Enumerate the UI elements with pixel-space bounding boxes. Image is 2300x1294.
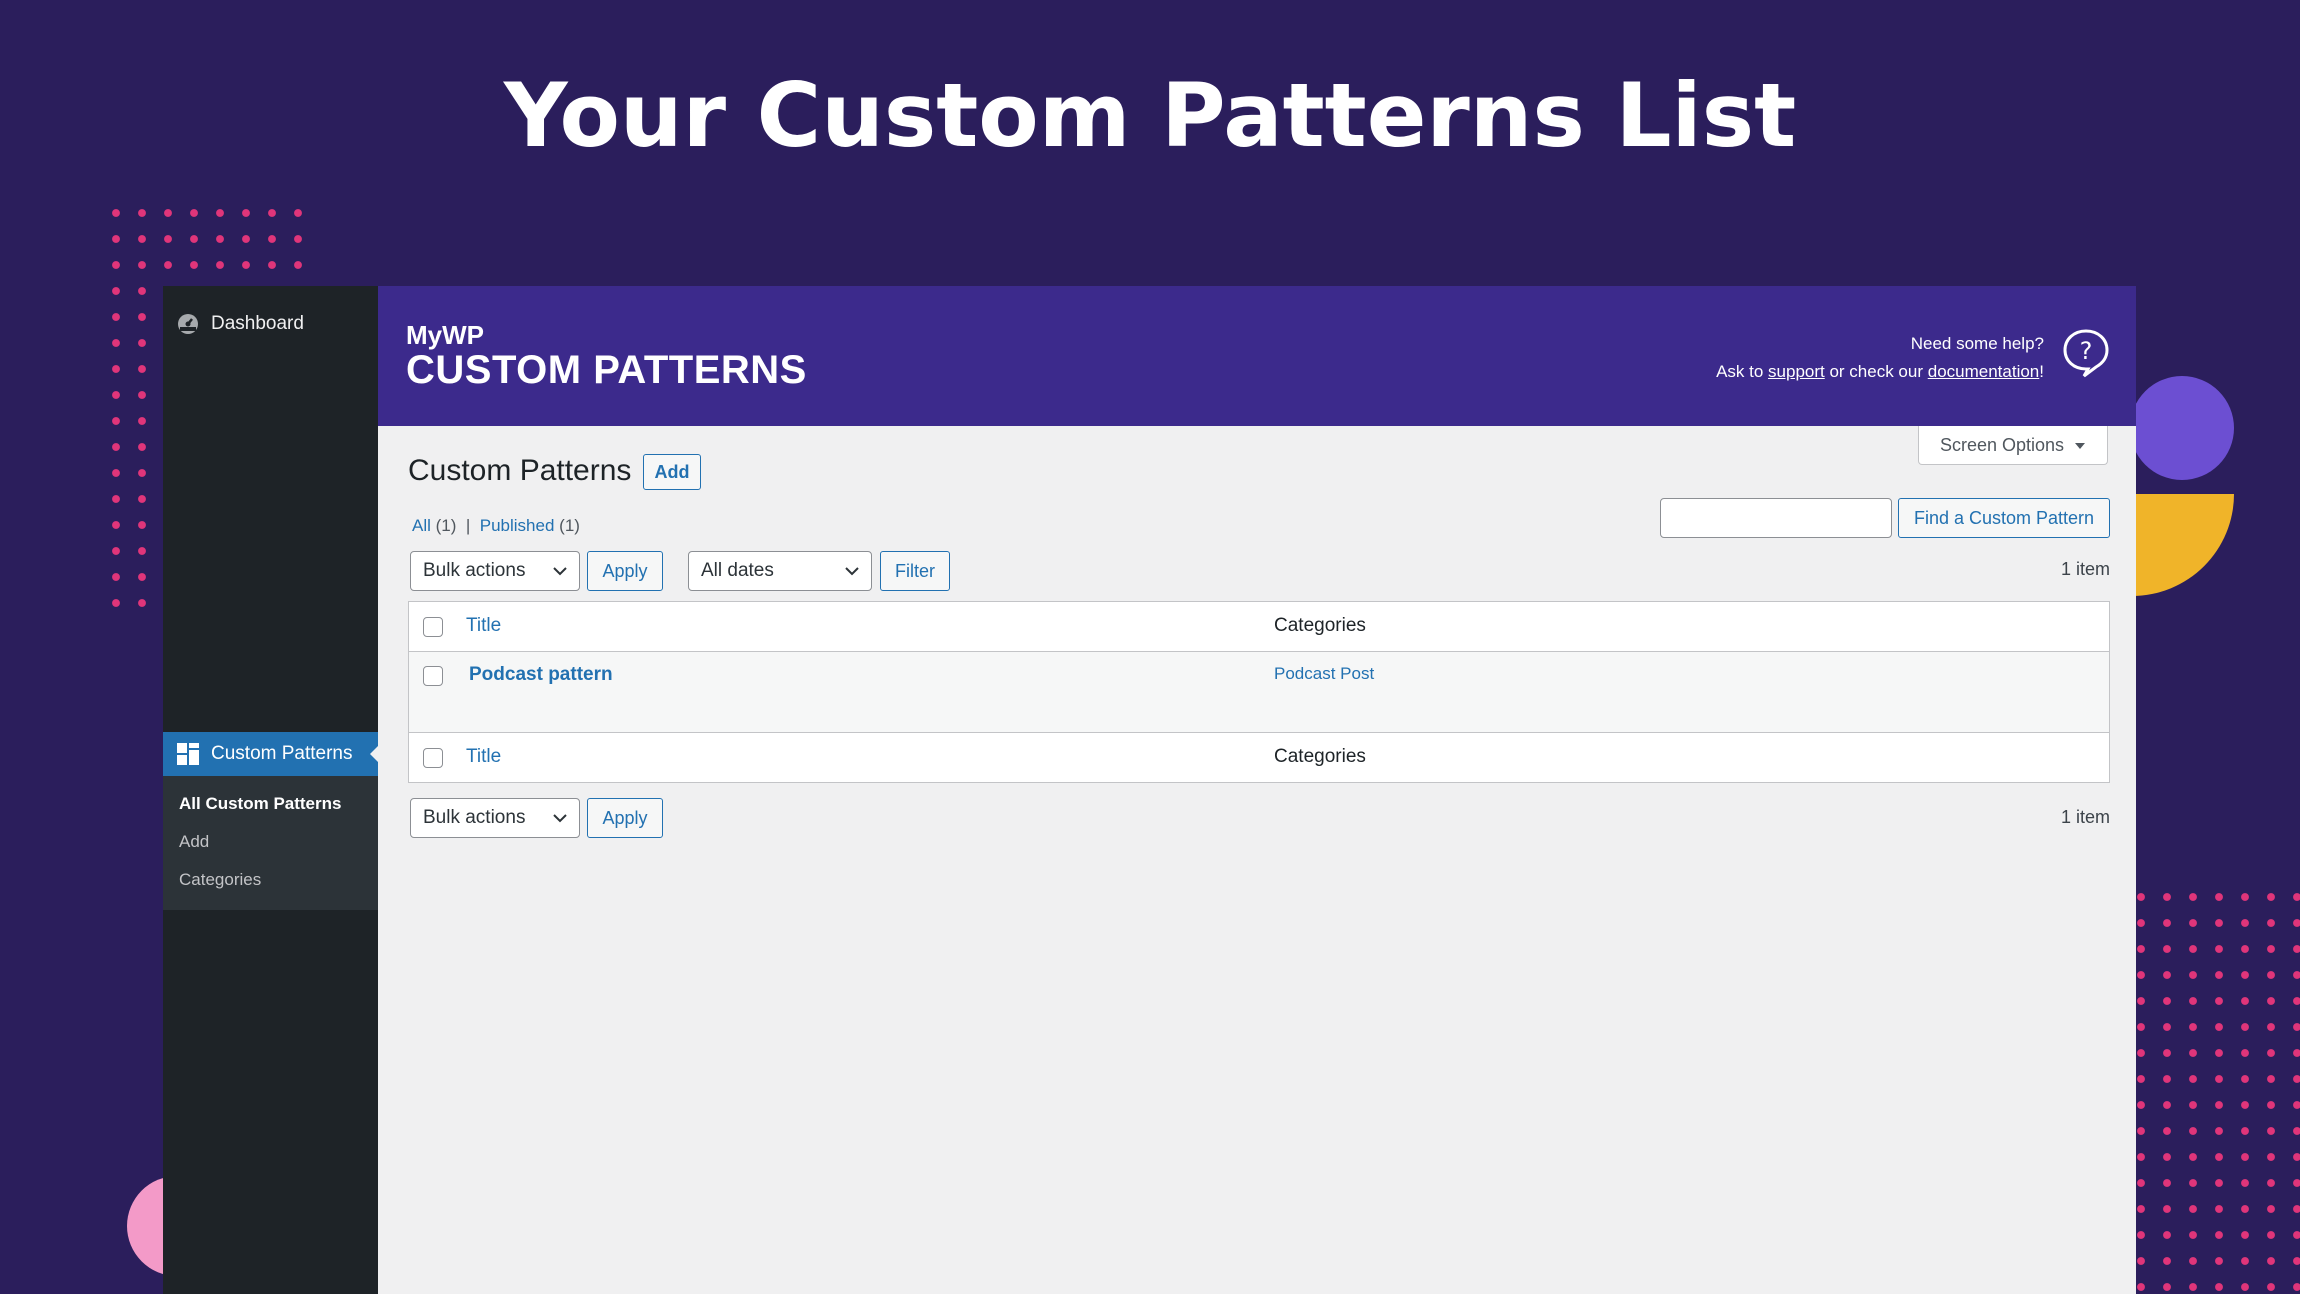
- view-all-count: (1): [435, 516, 457, 535]
- submenu-add[interactable]: Add: [179, 832, 209, 852]
- chevron-down-icon: [551, 562, 569, 586]
- bulk-actions-value: Bulk actions: [423, 807, 526, 828]
- plugin-banner: MyWP CUSTOM PATTERNS Need some help? Ask…: [378, 286, 2136, 426]
- add-new-button[interactable]: Add: [643, 454, 701, 490]
- help-ask-text: Ask to: [1716, 362, 1769, 381]
- decorative-dots: [103, 200, 311, 278]
- page-title: Custom Patterns: [408, 454, 632, 487]
- sidebar-item-label: Dashboard: [211, 313, 304, 334]
- patterns-grid-icon: [175, 742, 201, 766]
- help-text: Need some help? Ask to support or check …: [1716, 330, 2044, 386]
- sidebar-item-custom-patterns[interactable]: Custom Patterns: [163, 732, 379, 776]
- view-published-link[interactable]: Published: [480, 516, 555, 535]
- documentation-link[interactable]: documentation: [1928, 362, 2040, 381]
- table-footer-row: Title Categories: [408, 732, 2110, 783]
- sidebar-item-dashboard[interactable]: Dashboard: [163, 302, 378, 346]
- bulk-actions-value: Bulk actions: [423, 560, 526, 581]
- decorative-dots: [2128, 884, 2300, 1294]
- bulk-apply-button[interactable]: Apply: [587, 551, 663, 591]
- bulk-apply-button-bottom[interactable]: Apply: [587, 798, 663, 838]
- caret-down-icon: [2074, 435, 2086, 456]
- screen-options-button[interactable]: Screen Options: [1918, 426, 2108, 465]
- admin-content: MyWP CUSTOM PATTERNS Need some help? Ask…: [378, 286, 2136, 1294]
- brand-name: MyWP: [406, 320, 484, 350]
- chevron-down-icon: [843, 562, 861, 586]
- help-heading: Need some help?: [1910, 334, 2044, 353]
- submenu-all-custom-patterns[interactable]: All Custom Patterns: [179, 794, 341, 814]
- help-middle-text: or check our: [1824, 362, 1928, 381]
- slide-headline: Your Custom Patterns List: [503, 64, 1797, 167]
- table-row: Podcast pattern Podcast Post: [408, 651, 2110, 733]
- chevron-down-icon: [551, 809, 569, 833]
- admin-sidebar: Dashboard Custom Patterns All Custom Pat…: [163, 286, 379, 1294]
- view-published-count: (1): [559, 516, 580, 535]
- search-input[interactable]: [1660, 498, 1892, 538]
- plugin-title: CUSTOM PATTERNS: [406, 348, 807, 392]
- date-filter-value: All dates: [701, 560, 774, 581]
- item-count: 1 item: [2060, 559, 2110, 579]
- column-categories: Categories: [1274, 615, 1366, 636]
- status-views: All (1) | Published (1): [412, 516, 580, 536]
- item-count-bottom: 1 item: [2060, 807, 2110, 827]
- bulk-actions-select-bottom[interactable]: Bulk actions: [410, 798, 580, 838]
- select-all-checkbox[interactable]: [423, 617, 443, 637]
- help-end-text: !: [2039, 362, 2044, 381]
- search-submit-button[interactable]: Find a Custom Pattern: [1898, 498, 2110, 538]
- dashboard-gauge-icon: [175, 313, 201, 335]
- decorative-circle: [2130, 376, 2234, 480]
- filter-button[interactable]: Filter: [880, 551, 950, 591]
- sidebar-submenu: All Custom Patterns Add Categories: [163, 776, 378, 910]
- column-title-sort-link-footer[interactable]: Title: [466, 746, 501, 768]
- table-header-row: Title Categories: [408, 601, 2110, 652]
- date-filter-select[interactable]: All dates: [688, 551, 872, 591]
- help-bubble-icon[interactable]: ?: [2062, 328, 2110, 383]
- support-link[interactable]: support: [1768, 362, 1825, 381]
- row-checkbox[interactable]: [423, 666, 443, 686]
- screen-options-label: Screen Options: [1939, 434, 2065, 455]
- views-separator: |: [465, 516, 471, 535]
- decorative-dots: [103, 278, 155, 616]
- column-categories-footer: Categories: [1274, 746, 1366, 767]
- column-title-sort-link[interactable]: Title: [466, 615, 501, 637]
- row-category-link[interactable]: Podcast Post: [1274, 664, 1374, 684]
- svg-text:?: ?: [2080, 337, 2093, 365]
- submenu-categories[interactable]: Categories: [179, 870, 261, 890]
- row-title-link[interactable]: Podcast pattern: [469, 664, 613, 686]
- sidebar-item-label: Custom Patterns: [211, 743, 353, 764]
- bulk-actions-select[interactable]: Bulk actions: [410, 551, 580, 591]
- select-all-checkbox-footer[interactable]: [423, 748, 443, 768]
- view-all-link[interactable]: All: [412, 516, 431, 535]
